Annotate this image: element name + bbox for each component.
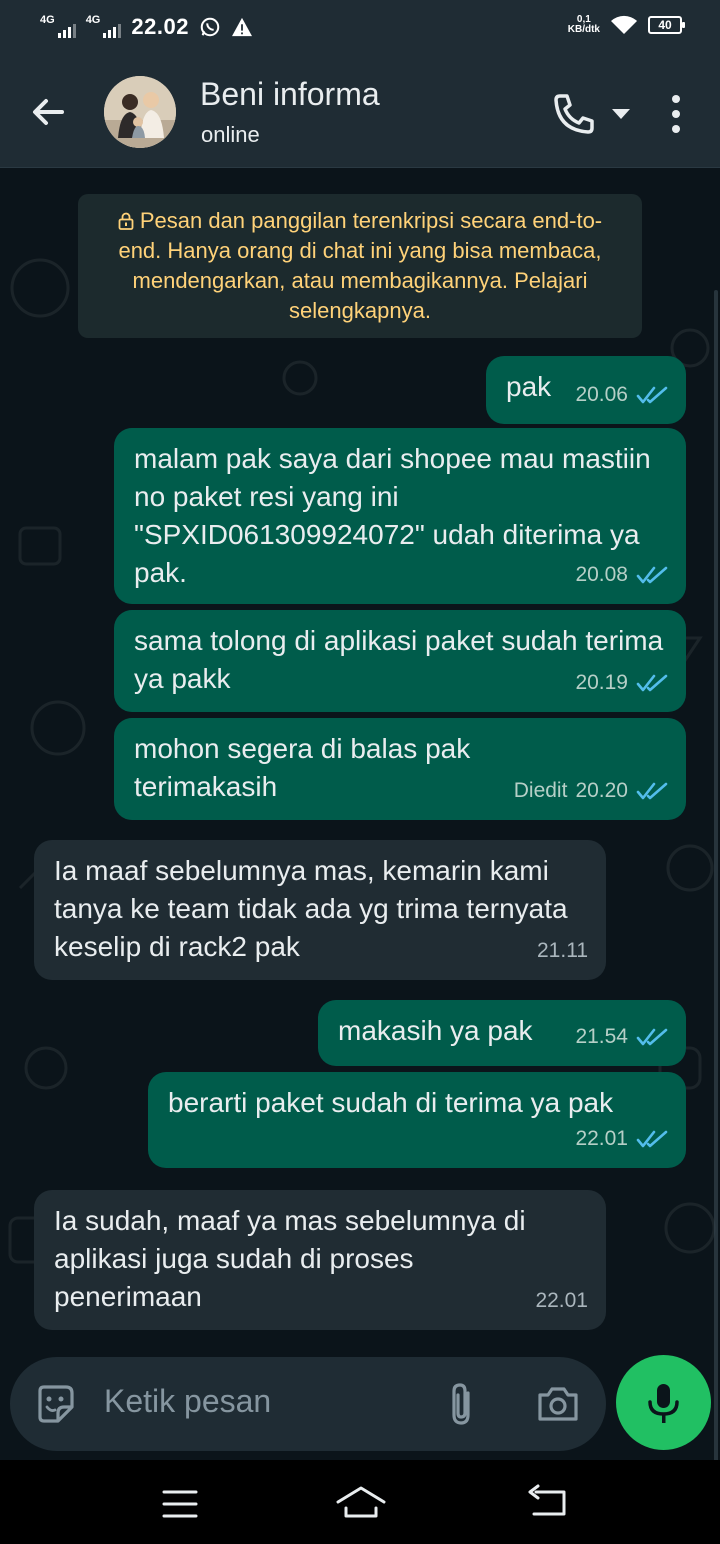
message-time: 20.20 (575, 779, 628, 802)
caret-down-icon[interactable] (610, 106, 632, 122)
data-speed: 0,1 KB/dtk (568, 15, 600, 35)
signal-bars-icon (57, 24, 76, 38)
message-meta: 20.19 (575, 664, 668, 702)
contact-name[interactable]: Beni informa (200, 76, 380, 113)
message-time: 20.19 (575, 671, 628, 694)
nav-home-icon[interactable] (334, 1482, 388, 1522)
paperclip-icon[interactable] (446, 1381, 476, 1427)
double-check-icon (636, 386, 668, 404)
message-time: 20.08 (575, 563, 628, 586)
message-time: 22.01 (575, 1127, 628, 1150)
message-meta: Diedit 20.20 (514, 772, 668, 810)
composer-bar: Ketik pesan (0, 1355, 720, 1460)
message-meta: 20.08 (575, 556, 668, 594)
message-bubble-outgoing[interactable]: berarti paket sudah di terima ya pak 22.… (148, 1072, 686, 1168)
message-bubble-incoming[interactable]: Ia maaf sebelumnya mas, kemarin kami tan… (34, 840, 606, 980)
double-check-icon (636, 566, 668, 584)
message-meta: 22.01 (535, 1282, 588, 1320)
message-bubble-outgoing[interactable]: mohon segera di balas pak terimakasih Di… (114, 718, 686, 820)
status-time: 22.02 (131, 14, 189, 39)
message-meta: 21.54 (575, 1018, 668, 1056)
message-time: 21.11 (537, 939, 588, 962)
status-right: 0,1 KB/dtk 40 (568, 14, 685, 36)
message-bubble-outgoing[interactable]: makasih ya pak 21.54 (318, 1000, 686, 1066)
message-bubble-incoming[interactable]: Ia sudah, maaf ya mas sebelumnya di apli… (34, 1190, 606, 1330)
encryption-notice-text: Pesan dan panggilan terenkripsi secara e… (118, 208, 603, 323)
scrollbar[interactable] (714, 290, 718, 1460)
network-type-label: 4G (40, 14, 55, 26)
lock-icon (118, 212, 134, 230)
mic-button[interactable] (616, 1355, 711, 1450)
warning-icon (231, 17, 252, 37)
message-meta: 21.11 (537, 932, 588, 970)
camera-icon[interactable] (536, 1385, 580, 1423)
message-time: 22.01 (535, 1289, 588, 1312)
chat-area[interactable]: Pesan dan panggilan terenkripsi secara e… (0, 168, 720, 1460)
message-input-placeholder[interactable]: Ketik pesan (104, 1383, 271, 1420)
message-bubble-outgoing[interactable]: sama tolong di aplikasi paket sudah teri… (114, 610, 686, 712)
back-arrow-icon[interactable] (26, 90, 70, 134)
message-bubble-outgoing[interactable]: pak 20.06 (486, 356, 686, 424)
double-check-icon (636, 1028, 668, 1046)
mic-icon (648, 1384, 679, 1423)
emoji-icon[interactable] (34, 1383, 76, 1425)
message-time: 20.06 (575, 383, 628, 406)
message-meta: 22.01 (575, 1120, 668, 1158)
nav-back-icon[interactable] (526, 1484, 570, 1520)
message-edited-label: Diedit (513, 779, 568, 802)
message-text: berarti paket sudah di terima ya pak (168, 1087, 614, 1118)
phone-icon[interactable] (550, 90, 598, 138)
system-nav-bar (0, 1460, 720, 1544)
data-speed-unit: KB/dtk (567, 24, 600, 35)
message-input-field[interactable]: Ketik pesan (10, 1357, 606, 1451)
network-type-label: 4G (85, 14, 101, 26)
whatsapp-icon (200, 17, 220, 37)
double-check-icon (636, 674, 668, 692)
double-check-icon (636, 1130, 668, 1148)
network-indicator-2: 4G (86, 14, 122, 40)
double-check-icon (636, 782, 668, 800)
chat-header: Beni informa online (0, 56, 720, 168)
contact-status: online (201, 122, 260, 147)
message-text: Ia sudah, maaf ya mas sebelumnya di apli… (54, 1205, 526, 1312)
message-time: 21.54 (575, 1025, 628, 1048)
battery-indicator: 40 (648, 16, 685, 34)
message-text: mohon segera di balas pak terimakasih (134, 733, 471, 802)
message-text: Ia maaf sebelumnya mas, kemarin kami tan… (54, 855, 568, 962)
nav-menu-icon[interactable] (160, 1486, 200, 1522)
status-left: 4G 4G 22.02 (40, 14, 253, 40)
encryption-notice[interactable]: Pesan dan panggilan terenkripsi secara e… (78, 194, 642, 338)
wifi-icon (611, 15, 637, 34)
signal-bars-icon (103, 24, 122, 38)
message-meta: 20.06 (575, 376, 668, 414)
avatar[interactable] (104, 76, 176, 148)
more-vertical-icon[interactable] (664, 92, 688, 136)
status-bar: 4G 4G 22.02 0,1 KB/dtk 40 (0, 0, 720, 56)
network-indicator-1: 4G (40, 14, 76, 40)
message-bubble-outgoing[interactable]: malam pak saya dari shopee mau mastiin n… (114, 428, 686, 604)
